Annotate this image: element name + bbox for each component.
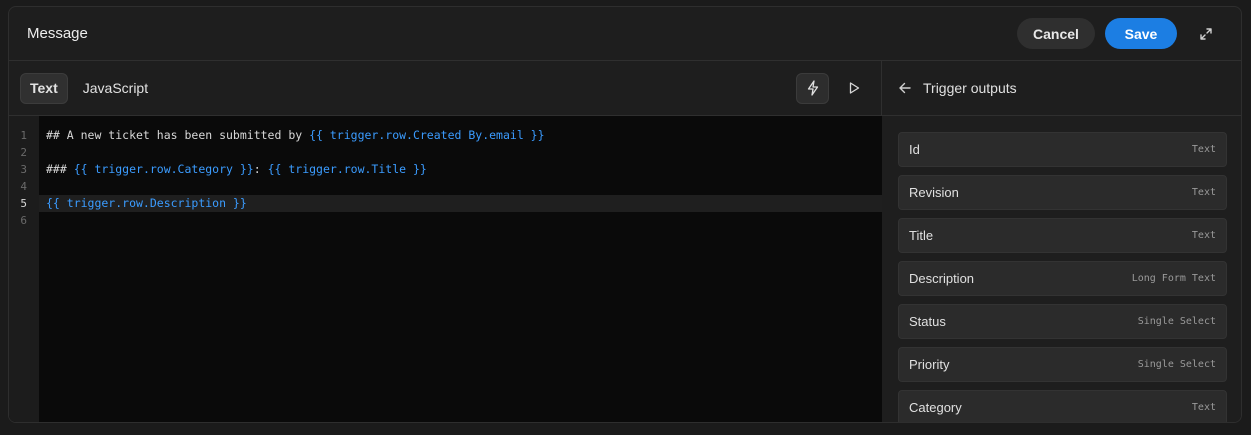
output-item-description[interactable]: Description Long Form Text [898,261,1227,296]
expand-button[interactable] [1195,23,1217,45]
output-type: Text [1191,144,1216,155]
output-type: Text [1191,187,1216,198]
code-line[interactable]: ## A new ticket has been submitted by {{… [39,127,882,144]
panel-title: Trigger outputs [923,80,1017,96]
binding-token: {{ trigger.row.Category }} [73,162,254,176]
binding-token: {{ trigger.row.Title }} [267,162,427,176]
save-button[interactable]: Save [1105,18,1177,49]
output-name: Revision [909,185,959,200]
tab-javascript[interactable]: JavaScript [74,73,157,104]
code-content[interactable]: ## A new ticket has been submitted by {{… [39,127,882,229]
line-number: 2 [20,146,27,159]
output-name: Category [909,400,962,415]
message-modal: Message Cancel Save Text JavaScript 1 2 … [8,6,1242,423]
tab-text[interactable]: Text [20,72,68,104]
code-line[interactable] [39,178,882,195]
output-name: Title [909,228,934,243]
binding-token: {{ trigger.row.Description }} [46,196,247,210]
line-number-gutter: 1 2 3 4 5 6 [9,116,39,422]
cancel-button[interactable]: Cancel [1017,18,1095,49]
output-item-id[interactable]: Id Text [898,132,1227,167]
line-number: 1 [20,129,27,142]
output-type: Long Form Text [1131,273,1216,284]
code-line[interactable] [39,212,882,229]
editor-pane: Text JavaScript 1 2 3 4 5 6 ## A new tic… [9,61,882,422]
output-name: Id [909,142,920,157]
modal-title: Message [27,25,88,42]
output-item-priority[interactable]: Priority Single Select [898,347,1227,382]
panel-header: Trigger outputs [882,61,1241,116]
line-number: 6 [20,214,27,227]
modal-header: Message Cancel Save [9,7,1241,61]
lightning-icon [807,80,818,96]
code-line[interactable] [39,144,882,161]
output-type: Text [1191,402,1216,413]
run-button[interactable] [837,73,870,104]
code-text: ### [46,162,74,176]
line-number-current: 5 [20,197,27,210]
bindings-button[interactable] [796,72,829,104]
code-line[interactable]: ### {{ trigger.row.Category }}: {{ trigg… [39,161,882,178]
output-name: Priority [909,357,950,372]
expand-icon [1200,27,1212,40]
output-item-category[interactable]: Category Text [898,390,1227,422]
line-number: 3 [20,163,27,176]
output-item-status[interactable]: Status Single Select [898,304,1227,339]
editor-toolbar: Text JavaScript [9,61,881,116]
trigger-outputs-panel: Trigger outputs Id Text Revision Text Ti… [882,61,1241,422]
output-type: Single Select [1137,316,1216,327]
code-text: ## A new ticket has been submitted by [46,128,310,142]
back-arrow-icon[interactable] [898,81,912,95]
output-name: Description [909,271,975,286]
output-item-title[interactable]: Title Text [898,218,1227,253]
output-type: Single Select [1137,359,1216,370]
play-icon [849,82,859,94]
code-line-current[interactable]: {{ trigger.row.Description }} [39,195,882,212]
code-text: : [253,162,268,176]
outputs-list: Id Text Revision Text Title Text Descrip… [882,116,1241,422]
binding-token: {{ trigger.row.Created By.email }} [309,128,545,142]
line-number: 4 [20,180,27,193]
output-item-revision[interactable]: Revision Text [898,175,1227,210]
code-editor[interactable]: 1 2 3 4 5 6 ## A new ticket has been sub… [9,116,882,422]
output-type: Text [1191,230,1216,241]
output-name: Status [909,314,946,329]
